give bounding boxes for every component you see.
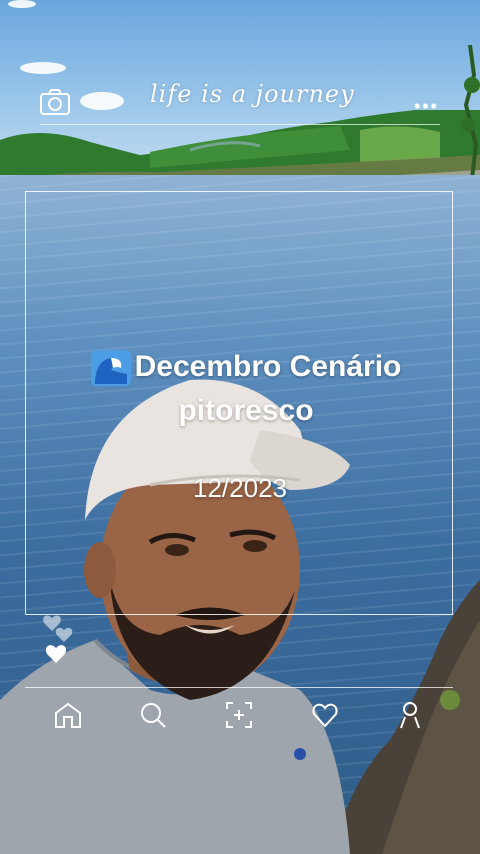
home-button[interactable] xyxy=(50,697,86,733)
camera-icon[interactable] xyxy=(39,88,71,116)
heart-icon xyxy=(311,703,338,728)
scan-button[interactable] xyxy=(221,697,257,733)
caption: Decembro Cenário pitoresco xyxy=(56,345,436,433)
hearts-icon[interactable] xyxy=(40,612,80,668)
home-icon xyxy=(54,702,81,728)
wave-emoji xyxy=(90,350,131,387)
bottom-divider xyxy=(25,687,453,688)
caption-line-2: pitoresco xyxy=(178,394,314,427)
tagline: life is a journey xyxy=(150,80,355,108)
search-button[interactable] xyxy=(135,697,171,733)
scan-icon xyxy=(225,702,252,728)
bottom-nav xyxy=(25,695,453,735)
more-dots-icon[interactable]: ••• xyxy=(414,96,439,117)
cloud xyxy=(8,0,36,8)
date-label: 12/2023 xyxy=(193,473,287,503)
profile-button[interactable] xyxy=(392,697,428,733)
cloud xyxy=(80,92,124,110)
top-divider xyxy=(40,124,440,125)
profile-icon xyxy=(400,702,421,729)
cloud xyxy=(20,62,66,74)
caption-line-1: Decembro Cenário xyxy=(134,350,402,383)
search-icon xyxy=(141,703,167,728)
like-button[interactable] xyxy=(307,697,343,733)
